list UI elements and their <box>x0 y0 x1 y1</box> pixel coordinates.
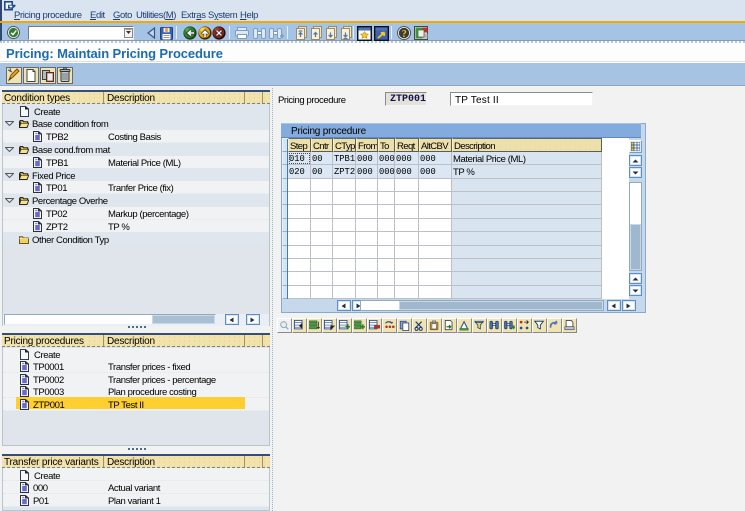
svg-text:?: ? <box>402 29 407 40</box>
